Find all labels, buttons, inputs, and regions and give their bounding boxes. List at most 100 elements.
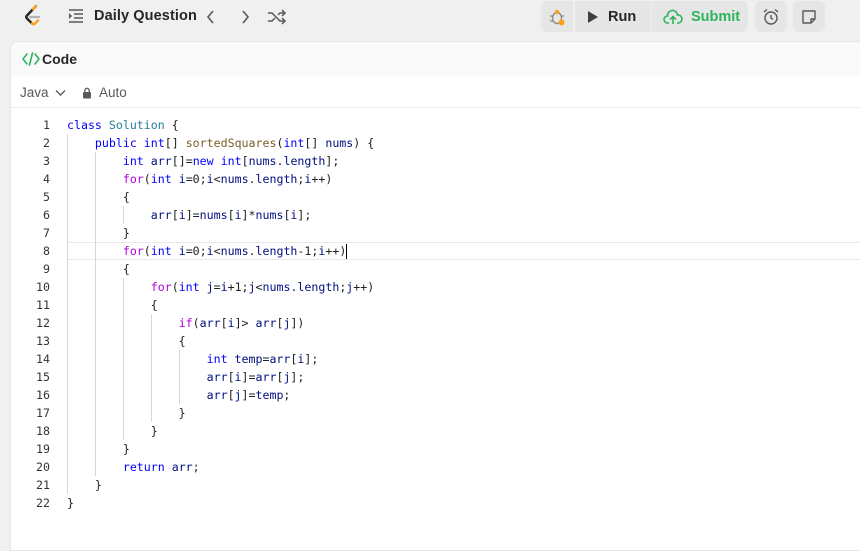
line-number: 3 [43,154,50,168]
line-number: 1 [43,118,50,132]
prev-problem-button[interactable] [200,6,222,28]
code-text[interactable]: public int[] sortedSquares(int[] nums) { [67,134,374,152]
submit-button[interactable]: Submit [652,1,748,32]
leetcode-logo-icon[interactable] [20,3,46,29]
code-text[interactable]: for(int j=i+1;j<nums.length;j++) [67,278,374,296]
line-number: 10 [36,280,50,294]
code-line[interactable]: 19 } [11,440,860,458]
code-line[interactable]: 20 return arr; [11,458,860,476]
indent-guide [123,278,124,440]
code-text[interactable]: int temp=arr[i]; [67,350,319,368]
code-line[interactable]: 21 } [11,476,860,494]
code-line[interactable]: 3 int arr[]=new int[nums.length]; [11,152,860,170]
line-number: 13 [36,334,50,348]
line-number: 5 [43,190,50,204]
play-icon [588,10,598,23]
code-text[interactable]: { [67,296,158,314]
line-number: 18 [36,424,50,438]
problem-list-icon[interactable] [68,8,84,24]
chevron-down-icon [55,89,66,96]
alarm-clock-icon [763,8,779,25]
run-button[interactable]: Run [575,1,651,32]
code-text[interactable]: arr[i]=nums[i]*nums[i]; [67,206,312,224]
debug-button[interactable] [541,1,573,32]
debug-bug-icon [550,9,565,25]
next-problem-button[interactable] [234,6,256,28]
cloud-upload-icon [663,9,683,24]
code-line[interactable]: 1 class Solution { [11,116,860,134]
top-bar: Daily Question Run Submit [0,0,860,38]
code-line[interactable]: 18 } [11,422,860,440]
text-cursor [346,244,348,259]
code-text[interactable]: return arr; [67,458,200,476]
code-line[interactable]: 11 { [11,296,860,314]
line-number: 4 [43,172,50,186]
code-text[interactable]: int arr[]=new int[nums.length]; [67,152,339,170]
code-text[interactable]: } [67,422,158,440]
code-panel: Code Java Auto 1 class Solution {2 public… [10,41,860,551]
code-text[interactable]: } [67,440,130,458]
page-title[interactable]: Daily Question [94,8,197,24]
line-number: 2 [43,136,50,150]
code-line[interactable]: 10 for(int j=i+1;j<nums.length;j++) [11,278,860,296]
code-line[interactable]: 13 { [11,332,860,350]
line-number: 15 [36,370,50,384]
code-text[interactable]: { [67,260,130,278]
code-line[interactable]: 15 arr[i]=arr[j]; [11,368,860,386]
lock-icon [83,87,91,98]
code-text[interactable]: if(arr[i]> arr[j]) [67,314,305,332]
code-text[interactable]: } [67,476,102,494]
code-text[interactable]: { [67,332,186,350]
timer-button[interactable] [755,1,787,32]
code-editor[interactable]: 1 class Solution {2 public int[] sortedSq… [11,116,860,536]
code-tab-label[interactable]: Code [42,51,77,67]
code-line[interactable]: 22} [11,494,860,512]
random-problem-button[interactable] [266,6,288,28]
autosave-label: Auto [99,85,127,100]
code-line[interactable]: 17 } [11,404,860,422]
code-line[interactable]: 5 { [11,188,860,206]
code-panel-header: Code [11,42,860,76]
line-number: 21 [36,478,50,492]
autosave-indicator[interactable]: Auto [82,85,127,100]
code-line[interactable]: 6 arr[i]=nums[i]*nums[i]; [11,206,860,224]
code-line[interactable]: 14 int temp=arr[i]; [11,350,860,368]
code-text[interactable]: for(int i=0;i<nums.length;i++) [67,170,333,188]
language-select[interactable]: Java [20,85,66,100]
line-number: 16 [36,388,50,402]
code-text[interactable]: for(int i=0;i<nums.length-1;i++) [67,242,348,260]
code-line[interactable]: 2 public int[] sortedSquares(int[] nums)… [11,134,860,152]
code-line[interactable]: 16 arr[j]=temp; [11,386,860,404]
line-number: 9 [43,262,50,276]
line-number: 14 [36,352,50,366]
code-text[interactable]: } [67,404,186,422]
code-text[interactable]: } [67,224,130,242]
code-text[interactable]: arr[i]=arr[j]; [67,368,305,386]
code-text[interactable]: class Solution { [67,116,179,134]
line-number: 8 [43,244,50,258]
indent-guide [123,206,124,224]
notes-button[interactable] [793,1,825,32]
line-number: 22 [36,496,50,510]
code-text[interactable]: { [67,188,130,206]
editor-toolbar: Java Auto [11,76,860,108]
line-number: 6 [43,208,50,222]
line-number: 19 [36,442,50,456]
chevron-left-icon [206,10,214,24]
run-label: Run [608,8,637,25]
code-text[interactable]: } [67,494,74,512]
line-number: 7 [43,226,50,240]
code-line[interactable]: 8 for(int i=0;i<nums.length-1;i++) [11,242,860,260]
indent-guide [95,152,96,476]
code-line[interactable]: 9 { [11,260,860,278]
code-line[interactable]: 7 } [11,224,860,242]
code-brackets-icon [22,52,40,66]
submit-label: Submit [691,8,741,25]
code-line[interactable]: 12 if(arr[i]> arr[j]) [11,314,860,332]
code-line[interactable]: 4 for(int i=0;i<nums.length;i++) [11,170,860,188]
line-number: 20 [36,460,50,474]
line-number: 11 [36,298,50,312]
shuffle-icon [268,9,287,25]
indent-guide [67,134,68,494]
note-icon [802,9,816,24]
